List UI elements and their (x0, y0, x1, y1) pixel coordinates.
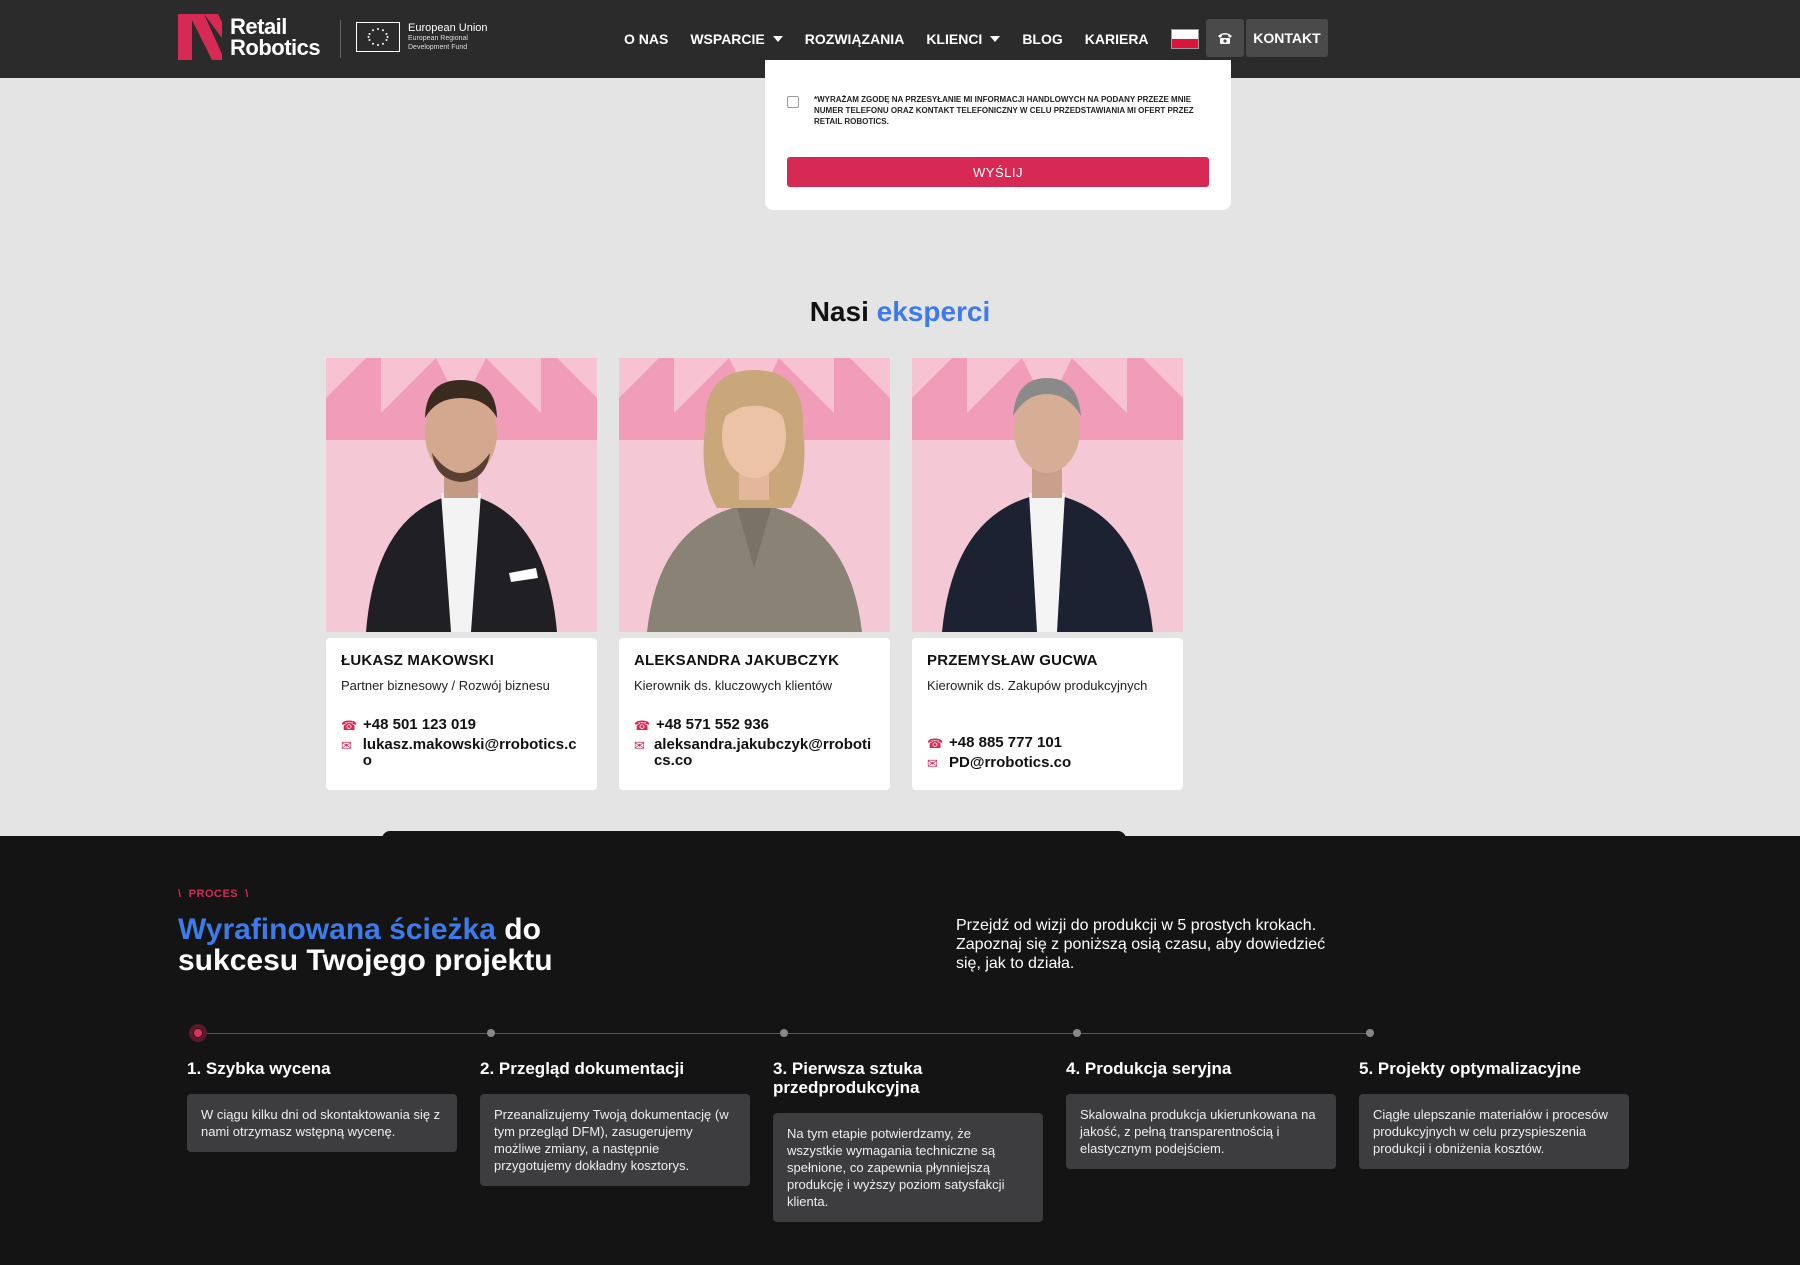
expert-info: ŁUKASZ MAKOWSKI Partner biznesowy / Rozw… (326, 638, 597, 790)
chevron-down-icon (772, 36, 783, 42)
consent-checkbox[interactable] (787, 96, 799, 108)
contact-form: *WYRAŻAM ZGODĘ NA PRZESYŁANIE MI INFORMA… (765, 60, 1231, 210)
logo-line-2: Robotics (230, 35, 321, 60)
expert-photo (912, 358, 1183, 632)
phone-icon: ☎ (634, 718, 651, 733)
process-description: Przejdź od wizji do produkcji w 5 prosty… (956, 917, 1326, 972)
step-title: 3. Pierwsza sztuka przedprodukcyjna (773, 1059, 923, 1097)
eu-fund-badge: European Union European Regional Develop… (356, 22, 488, 52)
experts-heading: Nasi eksperci (809, 296, 991, 327)
expert-card: PRZEMYSŁAW GUCWA Kierownik ds. Zakupów p… (912, 358, 1183, 790)
expert-name: PRZEMYSŁAW GUCWA (927, 652, 1098, 669)
logo[interactable]: Retail Robotics (178, 14, 321, 60)
timeline-dot[interactable] (780, 1029, 788, 1037)
eu-title: European Union (408, 22, 488, 34)
expert-phone[interactable]: ☎ +48 571 552 936 (634, 717, 875, 735)
expert-photo (619, 358, 890, 632)
phone-button[interactable] (1206, 19, 1244, 57)
step-description: Skalowalna produkcja ukierunkowana na ja… (1066, 1094, 1336, 1169)
eu-flag-icon (356, 22, 400, 52)
contact-button[interactable]: KONTAKT (1246, 19, 1328, 57)
divider (340, 20, 341, 58)
menu-item-blog[interactable]: BLOG (1022, 31, 1062, 47)
eu-subtitle-1: European Regional (408, 35, 468, 42)
step-description: Przeanalizujemy Twoją dokumentację (w ty… (480, 1094, 750, 1186)
step-description: W ciągu kilku dni od skontaktowania się … (187, 1094, 457, 1152)
submit-button[interactable]: WYŚLIJ (787, 157, 1209, 187)
expert-role: Partner biznesowy / Rozwój biznesu (341, 678, 550, 693)
eu-subtitle-2: Development Fund (408, 44, 468, 51)
expert-info: PRZEMYSŁAW GUCWA Kierownik ds. Zakupów p… (912, 638, 1183, 790)
process-step: 1. Szybka wycena W ciągu kilku dni od sk… (187, 1059, 457, 1152)
process-heading: Wyrafinowana ścieżka do sukcesu Twojego … (178, 913, 553, 977)
process-step: 2. Przegląd dokumentacji Przeanalizujemy… (480, 1059, 750, 1186)
expert-role: Kierownik ds. kluczowych klientów (634, 678, 832, 693)
chevron-down-icon (990, 36, 1001, 42)
expert-name: ALEKSANDRA JAKUBCZYK (634, 652, 840, 669)
step-description: Ciągłe ulepszanie materiałów i procesów … (1359, 1094, 1629, 1169)
expert-email[interactable]: ✉ PD@rrobotics.co (927, 755, 1168, 773)
timeline-dot[interactable] (487, 1029, 495, 1037)
expert-name: ŁUKASZ MAKOWSKI (341, 652, 494, 669)
step-title: 4. Produkcja seryjna (1066, 1059, 1232, 1078)
menu-item-wsparcie[interactable]: WSPARCIE (690, 31, 783, 47)
timeline-dot[interactable] (1366, 1029, 1374, 1037)
poland-flag-icon (1170, 29, 1199, 49)
phone-icon: ☎ (927, 736, 944, 751)
process-step: 3. Pierwsza sztuka przedprodukcyjna Na t… (773, 1059, 1043, 1222)
mail-icon: ✉ (634, 738, 645, 753)
process-step: 4. Produkcja seryjna Skalowalna produkcj… (1066, 1059, 1336, 1169)
menu-item-kariera[interactable]: KARIERA (1085, 31, 1149, 47)
expert-role: Kierownik ds. Zakupów produkcyjnych (927, 678, 1148, 693)
consent-label: *WYRAŻAM ZGODĘ NA PRZESYŁANIE MI INFORMA… (814, 95, 1194, 126)
expert-email[interactable]: ✉ aleksandra.jakubczyk@rrobotics.co (634, 737, 875, 769)
menu-item-o-nas[interactable]: O NAS (624, 31, 668, 47)
mail-icon: ✉ (927, 756, 938, 771)
step-title: 2. Przegląd dokumentacji (480, 1059, 685, 1078)
logo-mark-icon (178, 14, 222, 60)
menu-item-klienci[interactable]: KLIENCI (926, 31, 1001, 47)
mail-icon: ✉ (341, 738, 352, 753)
expert-phone[interactable]: ☎ +48 501 123 019 (341, 717, 582, 735)
phone-icon (1218, 33, 1232, 44)
menu-item-rozwiazania[interactable]: ROZWIĄZANIA (805, 31, 905, 47)
expert-info: ALEKSANDRA JAKUBCZYK Kierownik ds. klucz… (619, 638, 890, 790)
process-step: 5. Projekty optymalizacyjne Ciągłe uleps… (1359, 1059, 1629, 1169)
step-title: 1. Szybka wycena (187, 1059, 331, 1078)
timeline-dot[interactable] (1073, 1029, 1081, 1037)
expert-photo (326, 358, 597, 632)
expert-card: ALEKSANDRA JAKUBCZYK Kierownik ds. klucz… (619, 358, 890, 790)
expert-phone[interactable]: ☎ +48 885 777 101 (927, 735, 1168, 753)
logo-line-1: Retail (230, 14, 287, 39)
step-title: 5. Projekty optymalizacyjne (1359, 1059, 1582, 1078)
expert-email[interactable]: ✉ lukasz.makowski@rrobotics.co (341, 737, 582, 769)
expert-card: ŁUKASZ MAKOWSKI Partner biznesowy / Rozw… (326, 358, 597, 790)
process-eyebrow: \ PROCES \ (178, 888, 249, 900)
phone-icon: ☎ (341, 718, 358, 733)
step-description: Na tym etapie potwierdzamy, że wszystkie… (773, 1113, 1043, 1222)
timeline-dot-active[interactable] (189, 1024, 207, 1042)
